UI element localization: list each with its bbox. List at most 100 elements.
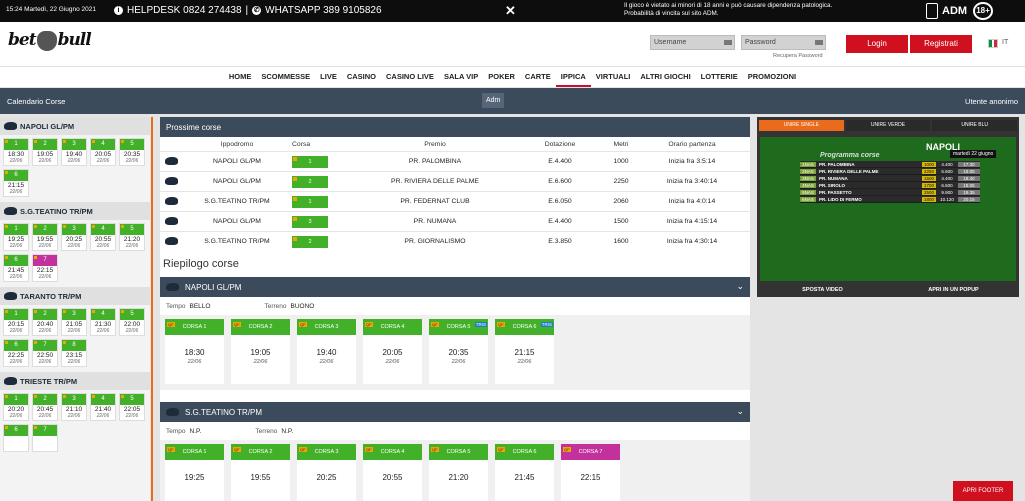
race-cell[interactable]: 1 20:20 22/06 <box>3 393 29 421</box>
video-tab[interactable]: UNIRE SINGLE <box>759 120 844 131</box>
login-button[interactable]: Login <box>846 35 908 53</box>
move-video-button[interactable]: SPOSTA VIDEO <box>757 283 888 297</box>
open-footer-button[interactable]: APRI FOOTER <box>953 481 1013 501</box>
race-cell[interactable]: 4 20:05 22/06 <box>90 138 116 166</box>
helpdesk-text[interactable]: HELPDESK 0824 274438 <box>127 5 242 16</box>
corsa-badge[interactable]: 2 <box>292 175 328 188</box>
adm-button[interactable]: Adm <box>482 93 505 108</box>
race-card[interactable]: QF CORSA 6 21:45 <box>495 444 554 501</box>
race-cell[interactable]: 6 21:15 22/06 <box>3 169 29 197</box>
table-row[interactable]: S.G.TEATINO TR/PM 1 PR. FEDERNAT CLUB E.6.0… <box>160 191 750 211</box>
program-cell: 9.900 <box>941 189 953 195</box>
sidebar-venue-header[interactable]: TARANTO TR/PM <box>0 287 150 305</box>
race-cell[interactable]: 7 <box>32 424 58 452</box>
video-tabs: UNIRE SINGLE UNIRE VERDE UNIRE BLU <box>757 117 1019 131</box>
chevron-down-icon[interactable]: ⌄ <box>736 281 744 292</box>
race-cell[interactable]: 3 21:10 22/06 <box>61 393 87 421</box>
video-stream[interactable]: NAPOLI Programma corse martedì 22 giugno… <box>760 137 1016 281</box>
race-cell[interactable]: 3 19:40 22/06 <box>61 138 87 166</box>
race-card[interactable]: QF CORSA 1 19:25 <box>165 444 224 501</box>
nav-item-scommesse[interactable]: SCOMMESSE <box>256 67 315 87</box>
chevron-down-icon[interactable]: ⌄ <box>736 406 744 417</box>
race-cell[interactable]: 7 22:50 22/06 <box>32 339 58 367</box>
race-cell[interactable]: 5 20:35 22/06 <box>119 138 145 166</box>
race-cell[interactable]: 4 21:40 22/06 <box>90 393 116 421</box>
race-cell[interactable]: 3 21:05 22/06 <box>61 308 87 336</box>
race-card[interactable]: QF CORSA 2 19:55 <box>231 444 290 501</box>
keyboard-icon[interactable] <box>724 40 732 45</box>
race-card[interactable]: QF CORSA 4 20:05 22/06 <box>363 319 422 384</box>
nav-item-lotterie[interactable]: LOTTERIE <box>696 67 743 87</box>
nav-item-poker[interactable]: POKER <box>483 67 520 87</box>
race-cell[interactable]: 5 22:05 22/06 <box>119 393 145 421</box>
race-cell[interactable]: 2 19:05 22/06 <box>32 138 58 166</box>
race-card[interactable]: QF CORSA 2 19:05 22/06 <box>231 319 290 384</box>
race-card[interactable]: QF CORSA 6 TRIS 21:15 22/06 <box>495 319 554 384</box>
race-card[interactable]: QF CORSA 4 20:55 <box>363 444 422 501</box>
betbull-logo[interactable]: bet bull <box>8 30 92 51</box>
horse-icon <box>164 156 178 165</box>
sidebar-venue-header[interactable]: NAPOLI GL/PM <box>0 117 150 135</box>
close-icon[interactable]: ✕ <box>505 3 516 19</box>
italy-flag-icon[interactable] <box>988 39 998 48</box>
whatsapp-text[interactable]: WHATSAPP 389 9105826 <box>265 5 381 16</box>
nav-item-ippica[interactable]: IPPICA <box>555 67 591 87</box>
table-row[interactable]: S.G.TEATINO TR/PM 2 PR. GIORNALISMO E.3.850… <box>160 231 750 251</box>
race-cell[interactable]: 1 20:15 22/06 <box>3 308 29 336</box>
register-button[interactable]: Registrati <box>910 35 972 53</box>
race-label: CORSA 6 <box>512 324 537 330</box>
race-card[interactable]: QF CORSA 7 22:15 <box>561 444 620 501</box>
race-cell[interactable]: 6 22:25 22/06 <box>3 339 29 367</box>
race-cell[interactable]: 1 19:25 22/06 <box>3 223 29 251</box>
video-tab[interactable]: UNIRE VERDE <box>845 120 931 131</box>
nav-item-casino-live[interactable]: CASINO LIVE <box>381 67 439 87</box>
race-card[interactable]: QF CORSA 5 21:20 <box>429 444 488 501</box>
race-card[interactable]: QF CORSA 3 20:25 <box>297 444 356 501</box>
nav-item-carte[interactable]: CARTE <box>520 67 556 87</box>
corsa-badge[interactable]: 2 <box>292 235 328 248</box>
race-cell[interactable]: 2 19:55 22/06 <box>32 223 58 251</box>
race-cell[interactable]: 8 23:15 22/06 <box>61 339 87 367</box>
race-cell[interactable]: 7 22:15 22/06 <box>32 254 58 282</box>
race-cell[interactable]: 2 20:40 22/06 <box>32 308 58 336</box>
nav-item-virtuali[interactable]: VIRTUALI <box>591 67 636 87</box>
race-cell[interactable]: 6 <box>3 424 29 452</box>
calendario-corse-link[interactable]: Calendario Corse <box>7 97 65 106</box>
race-card[interactable]: QF CORSA 3 19:40 22/06 <box>297 319 356 384</box>
nav-item-altri-giochi[interactable]: ALTRI GIOCHI <box>635 67 695 87</box>
sidebar-venue-header[interactable]: S.G.TEATINO TR/PM <box>0 202 150 220</box>
popup-button[interactable]: APRI IN UN POPUP <box>888 283 1019 297</box>
language-label[interactable]: IT <box>1002 39 1008 46</box>
race-cell[interactable]: 5 22:00 22/06 <box>119 308 145 336</box>
race-card[interactable]: QF CORSA 5 TRIS 20:35 22/06 <box>429 319 488 384</box>
race-cell[interactable]: 2 20:45 22/06 <box>32 393 58 421</box>
program-cell: 2250 <box>922 168 936 174</box>
scroll-divider[interactable] <box>151 117 153 501</box>
race-cell[interactable]: 4 21:30 22/06 <box>90 308 116 336</box>
keyboard-icon[interactable] <box>815 40 823 45</box>
sidebar-venue-header[interactable]: TRIESTE TR/PM <box>0 372 150 390</box>
race-card[interactable]: QF CORSA 1 18:30 22/06 <box>165 319 224 384</box>
race-cell[interactable]: 5 21:20 22/06 <box>119 223 145 251</box>
corsa-badge[interactable]: 1 <box>292 195 328 208</box>
race-cell[interactable]: 3 20:25 22/06 <box>61 223 87 251</box>
nav-item-casino[interactable]: CASINO <box>342 67 381 87</box>
table-row[interactable]: NAPOLI GL/PM 3 PR. NUMANA E.4.400 1500 Inizia… <box>160 211 750 231</box>
race-cell[interactable]: 6 21:45 22/06 <box>3 254 29 282</box>
corsa-badge[interactable]: 3 <box>292 215 328 228</box>
venue-summary-header[interactable]: S.G.TEATINO TR/PM ⌄ <box>160 402 750 422</box>
nav-item-sala-vip[interactable]: SALA VIP <box>439 67 483 87</box>
password-field[interactable]: Password <box>741 35 826 50</box>
race-cell[interactable]: 1 18:30 22/06 <box>3 138 29 166</box>
recover-password-link[interactable]: Recupera Password <box>773 53 823 59</box>
race-cell[interactable]: 4 20:55 22/06 <box>90 223 116 251</box>
nav-item-home[interactable]: HOME <box>224 67 257 87</box>
nav-item-live[interactable]: LIVE <box>315 67 342 87</box>
video-tab[interactable]: UNIRE BLU <box>932 120 1018 131</box>
username-field[interactable]: Username <box>650 35 735 50</box>
corsa-badge[interactable]: 1 <box>292 155 328 168</box>
table-row[interactable]: NAPOLI GL/PM 2 PR. RIVIERA DELLE PALME E.6.… <box>160 171 750 191</box>
nav-item-promozioni[interactable]: PROMOZIONI <box>743 67 801 87</box>
venue-summary-header[interactable]: NAPOLI GL/PM ⌄ <box>160 277 750 297</box>
table-row[interactable]: NAPOLI GL/PM 1 PR. PALOMBINA E.4.400 1000 Ini… <box>160 151 750 171</box>
